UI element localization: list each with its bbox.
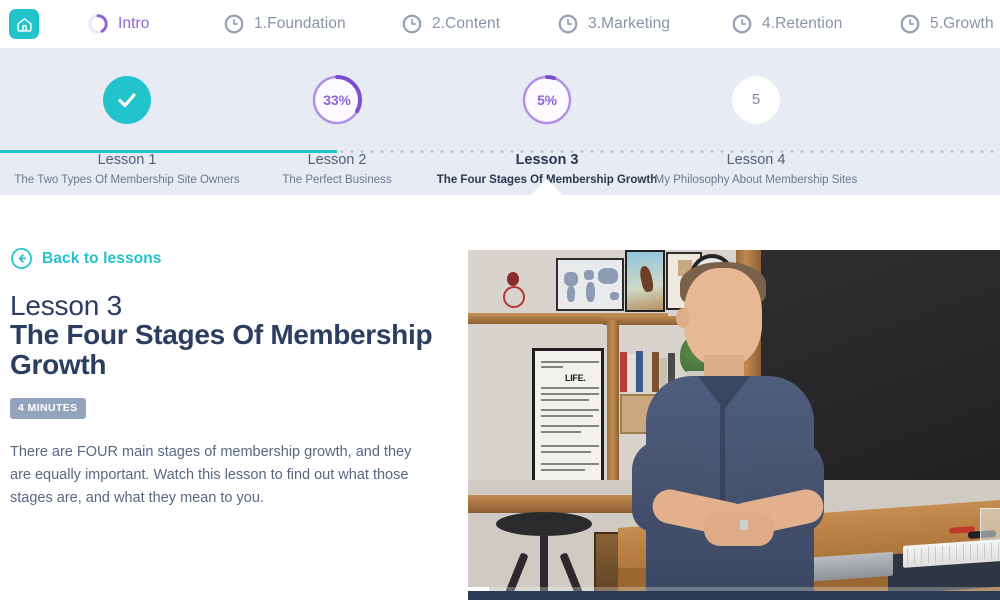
step-progress-percent: 5% [537,91,557,108]
step-title: Lesson 2 [307,152,367,168]
check-icon [118,92,136,107]
nav-item-label: 2.Content [432,15,501,32]
nav-item-1-foundation[interactable]: 1.Foundation [223,13,346,35]
video-world-map-print [556,258,624,311]
step-subtitle: The Perfect Business [282,174,392,186]
page-title: The Four Stages Of Membership Growth [10,319,433,380]
home-button[interactable] [9,9,39,39]
stepper-step-1[interactable]: Lesson 1 The Two Types Of Membership Site… [7,49,247,188]
lesson-description: There are FOUR main stages of membership… [10,444,412,506]
module-nav-list: Intro 1.Foundation 2.Content 3.Marketing 4.R… [39,0,1000,48]
step-title: Lesson 1 [97,152,157,168]
step-title: Lesson 4 [726,152,786,168]
arrow-left-circle-icon [11,248,32,269]
top-navigation-bar: Intro 1.Foundation 2.Content 3.Marketing 4.R… [0,0,1000,49]
step-bubble-number: 5 [751,91,761,108]
video-presenter [616,250,856,600]
lesson-video-player[interactable]: LIFE. [468,250,1000,600]
nav-item-label: 4.Retention [762,15,843,32]
clock-icon [402,14,422,34]
clock-icon [224,14,244,34]
video-glass [980,508,1000,542]
duration-badge: 4 MINUTES [10,398,86,419]
nav-item-intro[interactable]: Intro [87,13,150,35]
stepper-step-4[interactable]: 5 Lesson 4 My Philosophy About Membership … [636,49,876,188]
lesson-progress-stepper: Lesson 1 The Two Types Of Membership Site… [0,49,1000,196]
stepper-step-2[interactable]: 33% Lesson 2 The Perfect Business [217,49,457,188]
step-bubble-progress[interactable]: 33% [312,74,362,125]
nav-item-label: Intro [118,15,150,32]
clock-icon [732,14,752,34]
nav-item-5-growth[interactable]: 5.Growth [899,13,994,35]
active-step-pointer [530,179,564,196]
clock-icon [900,14,920,34]
step-subtitle: My Philosophy About Membership Sites [654,174,858,186]
nav-item-2-content[interactable]: 2.Content [401,13,500,35]
step-title: Lesson 3 [515,152,579,168]
step-bubble-complete[interactable] [103,75,151,124]
video-figurine [503,272,525,312]
video-controls-bar[interactable] [468,591,1000,600]
step-progress-percent: 33% [323,91,351,108]
progress-donut-icon [88,14,108,34]
back-to-lessons-link[interactable]: Back to lessons [10,247,162,270]
home-icon [16,17,32,32]
back-to-lessons-label: Back to lessons [42,249,162,267]
nav-item-3-marketing[interactable]: 3.Marketing [557,13,670,35]
nav-item-label: 5.Growth [930,15,994,32]
lesson-number-label: Lesson 3 [10,290,123,321]
lesson-main-content: Back to lessons Lesson 3 The Four Stages… [0,195,1000,600]
clock-icon [558,14,578,34]
nav-item-label: 3.Marketing [588,15,671,32]
step-bubble-locked[interactable]: 5 [732,75,780,124]
nav-item-4-retention[interactable]: 4.Retention [731,13,842,35]
step-subtitle: The Two Types Of Membership Site Owners [14,174,240,186]
stepper-step-3[interactable]: 5% Lesson 3 The Four Stages Of Membership … [427,49,667,188]
nav-item-label: 1.Foundation [254,15,346,32]
step-bubble-progress[interactable]: 5% [522,74,572,125]
